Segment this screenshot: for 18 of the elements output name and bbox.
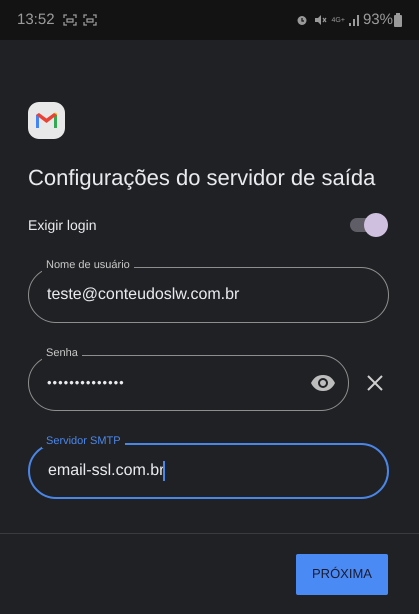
clear-icon[interactable] bbox=[367, 375, 383, 391]
require-login-label: Exigir login bbox=[28, 216, 96, 235]
alarm-icon bbox=[296, 14, 308, 26]
screenshot-icon bbox=[82, 14, 97, 26]
show-password-icon[interactable] bbox=[310, 374, 336, 392]
field-label: Servidor SMTP bbox=[42, 434, 125, 448]
field-label: Nome de usuário bbox=[42, 258, 134, 272]
screenshot-icon bbox=[62, 14, 77, 26]
battery-percent: 93% bbox=[362, 10, 393, 30]
mute-icon bbox=[314, 14, 327, 26]
signal-icon bbox=[348, 14, 359, 26]
field-label: Senha bbox=[42, 346, 82, 360]
mail-logo bbox=[28, 102, 65, 139]
page-title: Configurações do servidor de saída bbox=[28, 164, 376, 192]
require-login-switch[interactable] bbox=[350, 213, 388, 237]
status-time: 13:52 bbox=[17, 10, 55, 30]
next-button[interactable]: PRÓXIMA bbox=[296, 554, 388, 594]
battery-icon bbox=[394, 13, 402, 27]
